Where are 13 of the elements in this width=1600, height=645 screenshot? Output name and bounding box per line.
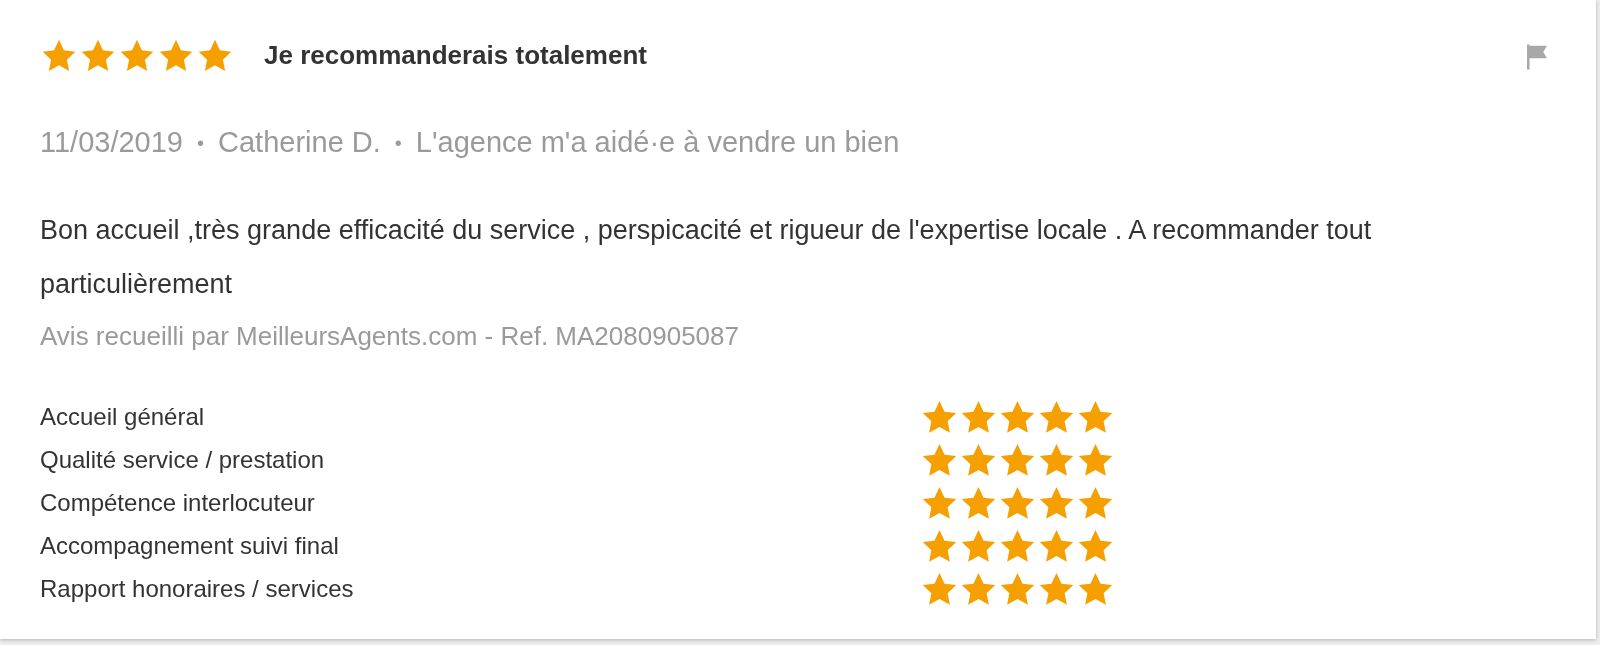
review-source: Avis recueilli par MeilleursAgents.com - Ref. MA2080905087 <box>40 319 740 353</box>
separator-dot: • <box>197 130 204 156</box>
criterion-label: Compétence interlocuteur <box>40 488 316 518</box>
criterion-label: Accompagnement suivi final <box>40 531 340 561</box>
criterion-label: Rapport honoraires / services <box>40 574 355 604</box>
review-meta: Catherine D. <box>218 125 381 160</box>
review-meta: 11/03/2019 <box>40 125 183 160</box>
criterion-label: Qualité service / prestation <box>40 445 326 475</box>
criterion-label: Accueil général <box>40 402 206 432</box>
review-body: Bon accueil ,très grande efficacité du service , perspicacité et rigueur de l'expertise locale . A recommander tout particulièrement <box>40 213 1373 301</box>
separator-dot: • <box>394 130 402 156</box>
review-title: Je recommanderais totalement <box>264 39 647 72</box>
review-meta: L'agence m'a aidé·e à vendre un bien <box>415 125 900 160</box>
